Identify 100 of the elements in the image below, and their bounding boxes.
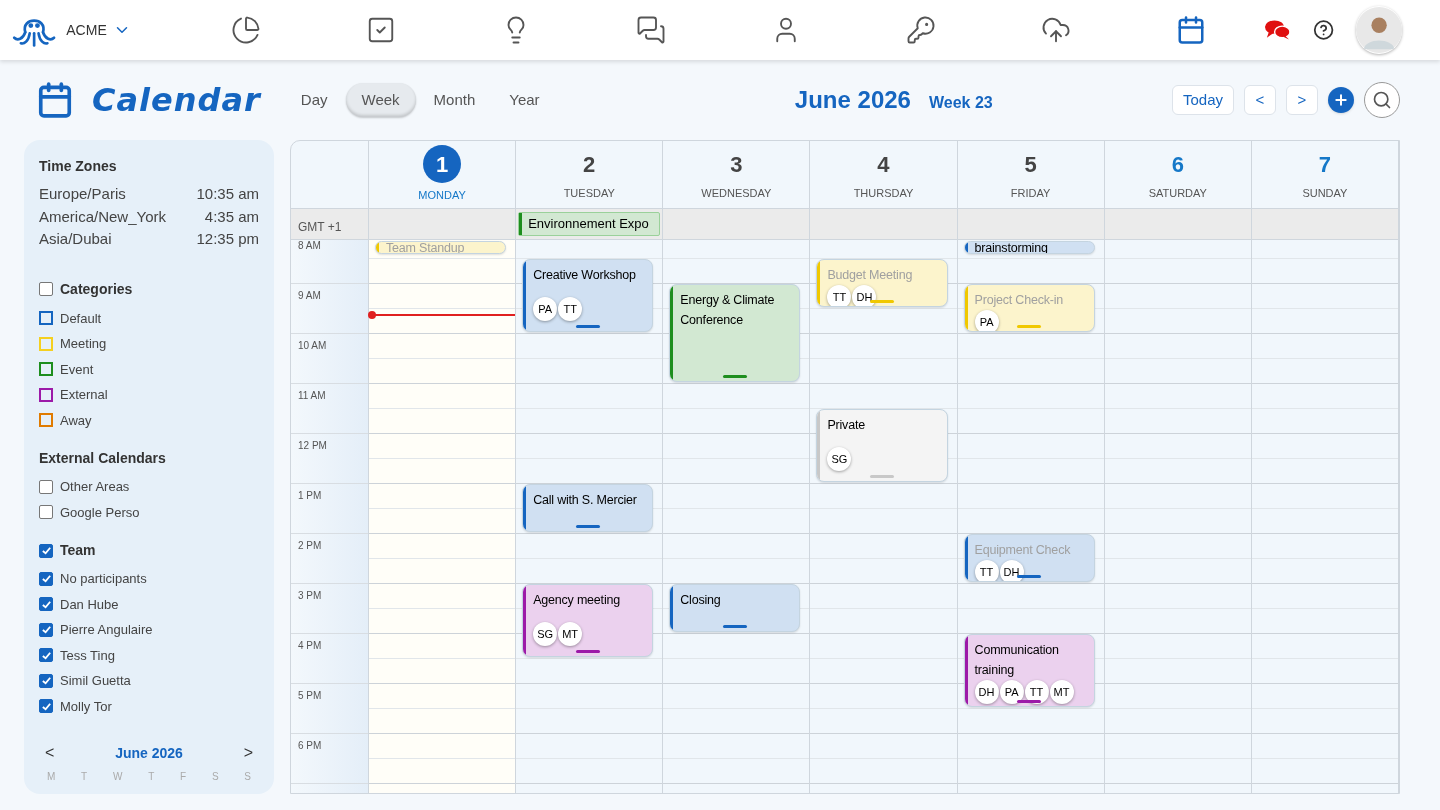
view-tab[interactable]: Week <box>345 83 416 117</box>
event-title: Equipment Check <box>974 542 1072 559</box>
organization-dropdown[interactable]: ACME <box>66 19 131 41</box>
resize-handle[interactable] <box>870 475 894 478</box>
event-card[interactable]: Creative Workshop PA TT <box>522 259 654 332</box>
hour-label: 12 PM <box>298 439 327 453</box>
chat-icon[interactable] <box>635 15 666 45</box>
day-name: SUNDAY <box>1302 186 1348 202</box>
plus-icon <box>1333 92 1349 108</box>
calendar-checkbox[interactable] <box>39 505 53 520</box>
timezone-label: GMT +1 <box>298 220 342 234</box>
weekday-letter: M <box>47 771 56 783</box>
resize-handle[interactable] <box>575 525 600 528</box>
resize-handle[interactable] <box>722 375 747 378</box>
categories-checkbox[interactable] <box>39 282 53 296</box>
event-title: Agency meeting <box>533 592 621 609</box>
participant-avatar: PA <box>974 310 999 331</box>
view-tab[interactable]: Day <box>284 83 344 117</box>
event-card[interactable]: Energy & Climate Conference <box>669 284 801 382</box>
day-number[interactable]: 1 <box>423 145 462 184</box>
avatar[interactable] <box>1355 6 1402 54</box>
member-checkbox[interactable] <box>39 648 53 663</box>
day-number[interactable]: 2 <box>583 147 596 182</box>
resize-handle[interactable] <box>1017 575 1042 578</box>
resize-handle[interactable] <box>1017 325 1042 328</box>
weekday-letter: S <box>244 771 251 783</box>
pie-chart-icon[interactable] <box>230 15 261 45</box>
key-icon[interactable] <box>905 15 936 45</box>
time-zone-name: Asia/Dubai <box>39 229 112 249</box>
resize-handle[interactable] <box>870 300 894 303</box>
day-name: TUESDAY <box>563 186 615 202</box>
day-number[interactable]: 5 <box>1024 147 1037 182</box>
hour-label: 8 AM <box>298 240 321 253</box>
member-label: Simil Guetta <box>60 672 131 690</box>
calendar-checkbox[interactable] <box>39 479 53 494</box>
event-card[interactable]: Agency meeting SG MT <box>522 584 654 657</box>
event-title: Call with S. Mercier <box>533 492 638 509</box>
event-card[interactable]: Call with S. Mercier <box>522 484 654 532</box>
chat-bubbles-icon[interactable] <box>1263 18 1291 42</box>
participant-avatar: MT <box>1049 680 1074 704</box>
category-swatch[interactable] <box>39 413 53 428</box>
member-checkbox[interactable] <box>39 673 53 688</box>
calendar-icon[interactable] <box>1175 15 1206 45</box>
event-card[interactable]: Budget Meeting TT DH <box>816 259 948 307</box>
day-number[interactable]: 3 <box>730 147 743 182</box>
previous-button[interactable]: < <box>1244 85 1276 115</box>
category-swatch[interactable] <box>39 387 53 402</box>
participant-avatar: TT <box>974 560 999 581</box>
category-swatch[interactable] <box>39 311 53 326</box>
add-button[interactable] <box>1328 87 1354 113</box>
cloud-upload-icon[interactable] <box>1040 15 1071 45</box>
category-swatch[interactable] <box>39 362 53 377</box>
member-label: Pierre Angulaire <box>60 621 153 639</box>
member-checkbox[interactable] <box>39 622 53 637</box>
member-checkbox[interactable] <box>39 597 53 612</box>
resize-handle[interactable] <box>575 650 600 653</box>
weekday-letter: F <box>180 771 187 783</box>
member-checkbox[interactable] <box>39 571 53 586</box>
weekday-letter: W <box>112 771 123 783</box>
member-label: Dan Hube <box>60 595 119 614</box>
day-name: SATURDAY <box>1148 186 1207 202</box>
day-name: WEDNESDAY <box>701 186 772 202</box>
day-name: FRIDAY <box>1010 186 1051 202</box>
member-label: Molly Tor <box>60 697 112 716</box>
resize-handle[interactable] <box>575 325 600 328</box>
participant-avatar: PA <box>533 297 558 321</box>
next-button[interactable]: > <box>1286 85 1318 115</box>
hour-label: 4 PM <box>298 639 322 653</box>
event-title: Private <box>827 417 866 434</box>
view-tab[interactable]: Month <box>417 83 492 117</box>
hour-label: 6 PM <box>298 739 322 753</box>
event-card[interactable]: Equipment Check TT DH <box>963 534 1095 582</box>
day-number[interactable]: 4 <box>877 147 890 182</box>
resize-handle[interactable] <box>1017 700 1042 703</box>
event-card[interactable]: Communication training DH PA TT MT <box>963 634 1095 707</box>
weekday-letter: S <box>211 771 219 783</box>
period-title: June 2026 <box>794 85 911 115</box>
calendar-label: Google Perso <box>60 503 140 522</box>
next-month-button[interactable]: > <box>243 741 253 765</box>
previous-month-button[interactable]: < <box>45 741 55 765</box>
help-icon[interactable] <box>1312 19 1334 41</box>
view-tab[interactable]: Year <box>493 83 556 117</box>
event-card[interactable]: Project Check-in PA <box>963 284 1095 332</box>
day-number[interactable]: 6 <box>1171 147 1184 182</box>
section-title: External Calendars <box>39 449 167 468</box>
calendar-icon <box>36 79 74 121</box>
event-card[interactable]: Private SG <box>816 409 948 482</box>
event-title: Communication training <box>974 642 1060 679</box>
search-button[interactable] <box>1364 82 1400 118</box>
category-label: Event <box>60 360 94 379</box>
all-day-event[interactable]: Environnement Expo <box>518 212 661 236</box>
section-title: Time Zones <box>39 157 118 175</box>
event-card[interactable]: Closing <box>669 584 801 632</box>
resize-handle[interactable] <box>722 625 747 628</box>
today-button[interactable]: Today <box>1171 85 1234 115</box>
team-checkbox[interactable] <box>39 543 53 558</box>
participant-avatar: TT <box>558 297 583 321</box>
hour-label: 3 PM <box>298 589 322 603</box>
member-checkbox[interactable] <box>39 699 53 714</box>
day-number[interactable]: 7 <box>1318 147 1332 182</box>
